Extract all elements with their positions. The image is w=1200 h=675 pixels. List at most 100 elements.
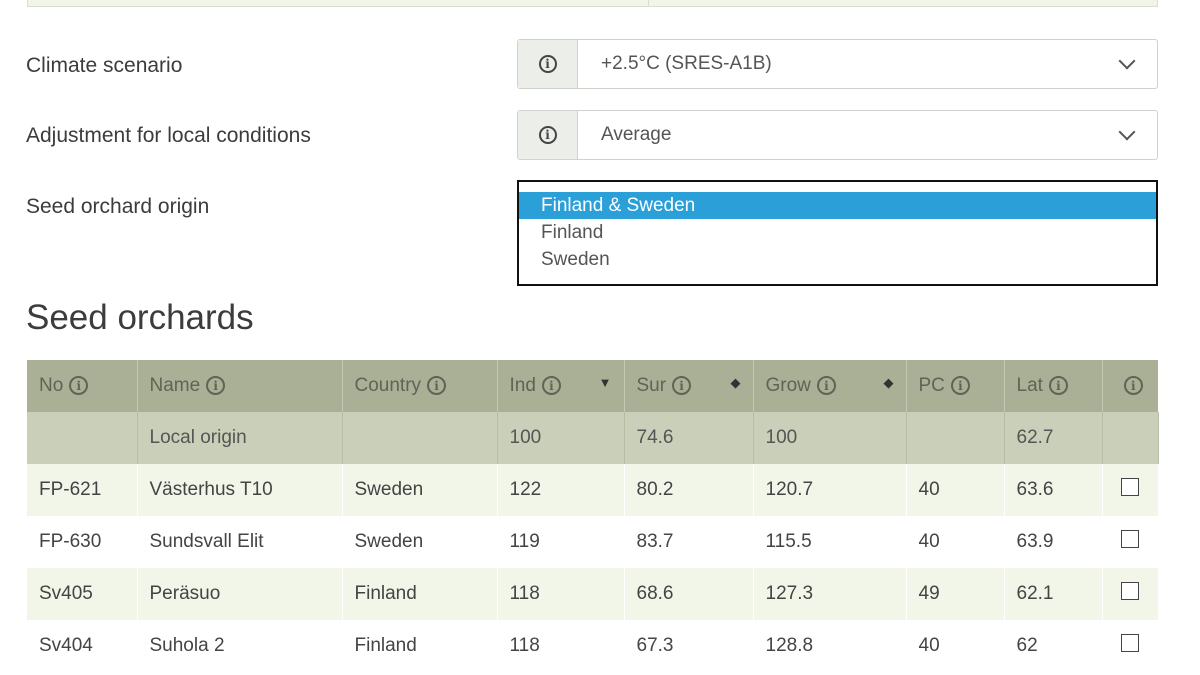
cell-name: Local origin	[137, 412, 343, 464]
local-conditions-value: Average	[601, 124, 672, 145]
climate-scenario-value: +2.5°C (SRES-A1B)	[601, 53, 772, 74]
orchard-name-link[interactable]: Västerhus T10	[137, 464, 343, 516]
cell-pc: 49	[906, 568, 1005, 620]
table-row: FP-621 Västerhus T10 Sweden 122 80.2 120…	[27, 464, 1159, 516]
column-header-sur[interactable]: Sur i ◆	[624, 360, 754, 412]
cell-pc	[906, 412, 1005, 464]
sort-both-icon[interactable]: ◆	[884, 375, 894, 391]
cell-country: Finland	[342, 620, 498, 672]
cell-lat: 62	[1004, 620, 1103, 672]
cell-lat: 62.7	[1004, 412, 1103, 464]
local-origin-row: Local origin 100 74.6 100 62.7	[27, 412, 1159, 464]
local-conditions-info[interactable]: i	[518, 111, 578, 159]
cell-ind: 118	[497, 568, 625, 620]
seed-orchard-origin-listbox[interactable]: Finland & Sweden Finland Sweden	[517, 180, 1158, 286]
origin-option-sweden[interactable]: Sweden	[519, 246, 1156, 273]
column-header-grow[interactable]: Grow i ◆	[753, 360, 907, 412]
top-panel-divider	[648, 0, 649, 6]
column-label: PC	[918, 375, 945, 396]
info-circle-icon[interactable]: i	[541, 376, 561, 396]
column-header-pc[interactable]: PC i	[906, 360, 1005, 412]
column-label: Lat	[1016, 375, 1043, 396]
cell-ind: 100	[497, 412, 625, 464]
origin-option-finland[interactable]: Finland	[519, 219, 1156, 246]
cell-no: FP-621	[27, 464, 138, 516]
cell-pc: 40	[906, 516, 1005, 568]
orchard-name-link[interactable]: Suhola 2	[137, 620, 343, 672]
column-label: Country	[354, 375, 422, 396]
table-header-row: No i Name i Country i Ind i ▼ Sur i ◆ Grow i ◆ PC…	[27, 360, 1158, 412]
cell-no: FP-630	[27, 516, 138, 568]
cell-sur: 74.6	[624, 412, 754, 464]
cell-no: Sv405	[27, 568, 138, 620]
info-circle-icon[interactable]: i	[1048, 376, 1068, 396]
row-select-checkbox[interactable]	[1121, 634, 1139, 652]
section-title: Seed orchards	[26, 298, 254, 337]
info-circle-icon[interactable]: i	[950, 376, 970, 396]
orchard-name-link[interactable]: Peräsuo	[137, 568, 343, 620]
row-select-checkbox[interactable]	[1121, 478, 1139, 496]
column-header-lat[interactable]: Lat i	[1004, 360, 1103, 412]
cell-grow: 128.8	[753, 620, 907, 672]
column-label: Ind	[509, 375, 536, 396]
info-circle-icon[interactable]: i	[69, 376, 89, 396]
sort-descending-icon[interactable]: ▼	[599, 375, 612, 390]
chevron-down-icon[interactable]	[1097, 40, 1157, 88]
cell-no: Sv404	[27, 620, 138, 672]
cell-grow: 100	[753, 412, 907, 464]
cell-grow: 115.5	[753, 516, 907, 568]
info-circle-icon[interactable]: i	[816, 376, 836, 396]
cell-country	[342, 412, 498, 464]
orchard-name-link[interactable]: Sundsvall Elit	[137, 516, 343, 568]
cell-ind: 118	[497, 620, 625, 672]
cell-select	[1102, 464, 1159, 516]
column-label: Name	[149, 375, 201, 396]
column-label: Sur	[636, 375, 667, 396]
top-panel-edge	[27, 0, 1158, 7]
chevron-down-icon[interactable]	[1097, 111, 1157, 159]
table-row: Sv405 Peräsuo Finland 118 68.6 127.3 49 …	[27, 568, 1159, 620]
cell-sur: 80.2	[624, 464, 754, 516]
cell-pc: 40	[906, 464, 1005, 516]
cell-select	[1102, 568, 1159, 620]
info-circle-icon[interactable]: i	[672, 376, 692, 396]
column-header-no[interactable]: No i	[27, 360, 138, 412]
cell-lat: 63.9	[1004, 516, 1103, 568]
climate-scenario-info[interactable]: i	[518, 40, 578, 88]
column-header-name[interactable]: Name i	[137, 360, 343, 412]
cell-no	[27, 412, 138, 464]
local-conditions-label: Adjustment for local conditions	[26, 124, 311, 147]
cell-grow: 127.3	[753, 568, 907, 620]
cell-ind: 122	[497, 464, 625, 516]
cell-sur: 67.3	[624, 620, 754, 672]
column-header-select[interactable]: i	[1102, 360, 1158, 412]
info-circle-icon[interactable]: i	[206, 376, 226, 396]
info-circle-icon: i	[538, 55, 557, 73]
column-label: Grow	[765, 375, 811, 396]
cell-ind: 119	[497, 516, 625, 568]
cell-country: Finland	[342, 568, 498, 620]
climate-scenario-label: Climate scenario	[26, 54, 183, 77]
origin-option-finland-sweden[interactable]: Finland & Sweden	[519, 192, 1156, 219]
row-select-checkbox[interactable]	[1121, 582, 1139, 600]
info-circle-icon[interactable]: i	[427, 376, 447, 396]
info-circle-icon[interactable]: i	[1123, 376, 1143, 396]
row-select-checkbox[interactable]	[1121, 530, 1139, 548]
climate-scenario-select[interactable]: i +2.5°C (SRES-A1B)	[517, 39, 1158, 89]
cell-lat: 63.6	[1004, 464, 1103, 516]
cell-pc: 40	[906, 620, 1005, 672]
local-conditions-select[interactable]: i Average	[517, 110, 1158, 160]
cell-select	[1102, 412, 1159, 464]
cell-grow: 120.7	[753, 464, 907, 516]
cell-country: Sweden	[342, 516, 498, 568]
cell-lat: 62.1	[1004, 568, 1103, 620]
column-header-ind[interactable]: Ind i ▼	[497, 360, 625, 412]
cell-select	[1102, 516, 1159, 568]
column-header-country[interactable]: Country i	[342, 360, 498, 412]
seed-orchards-table: No i Name i Country i Ind i ▼ Sur i ◆ Grow i ◆ PC…	[27, 360, 1159, 672]
table-row: Sv404 Suhola 2 Finland 118 67.3 128.8 40…	[27, 620, 1159, 672]
cell-sur: 83.7	[624, 516, 754, 568]
table-row: FP-630 Sundsvall Elit Sweden 119 83.7 11…	[27, 516, 1159, 568]
cell-sur: 68.6	[624, 568, 754, 620]
sort-both-icon[interactable]: ◆	[731, 375, 741, 391]
